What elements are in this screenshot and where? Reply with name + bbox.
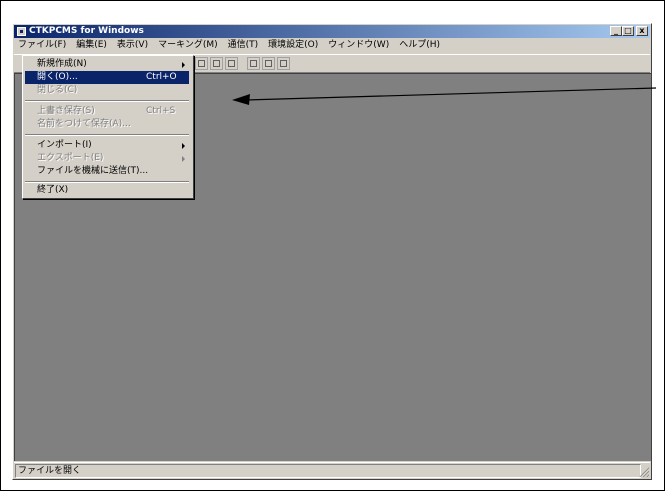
menu-item-new-label: 新規作成(N) — [37, 59, 87, 69]
menu-item-save-label: 上書き保存(S) — [37, 106, 95, 116]
tile-horizontal-icon[interactable] — [262, 57, 275, 70]
submenu-arrow-icon — [182, 62, 185, 68]
submenu-arrow-icon — [182, 156, 185, 162]
menu-item-open-label: 開く(O)... — [37, 72, 78, 82]
menu-separator — [25, 134, 189, 136]
menu-item-export-label: エクスポート(E) — [37, 153, 104, 163]
status-bar: ファイルを開く — [14, 462, 650, 478]
menu-file[interactable]: ファイル(F) — [14, 39, 71, 52]
menu-bar: ファイル(F) 編集(E) 表示(V) マーキング(M) 通信(T) 環境設定(… — [14, 39, 650, 52]
menu-item-save-as-label: 名前をつけて保存(A)... — [37, 119, 131, 129]
menu-item-close[interactable]: 閉じる(C) — [25, 84, 189, 97]
close-button[interactable]: x — [636, 26, 648, 36]
menu-item-save-as[interactable]: 名前をつけて保存(A)... — [25, 118, 189, 131]
menu-edit[interactable]: 編集(E) — [71, 39, 112, 52]
cut-icon[interactable] — [195, 57, 208, 70]
menu-item-save[interactable]: 上書き保存(S) Ctrl+S — [25, 105, 189, 118]
menu-item-send-to-machine[interactable]: ファイルを機械に送信(T)... — [25, 165, 189, 178]
menu-item-exit-label: 終了(X) — [37, 185, 69, 195]
menu-item-close-label: 閉じる(C) — [37, 85, 78, 95]
menu-separator — [25, 100, 189, 102]
title-bar[interactable]: CTKPCMS for Windows _ □ x — [14, 25, 650, 38]
status-text: ファイルを開く — [15, 464, 641, 478]
menu-settings[interactable]: 環境設定(O) — [263, 39, 323, 52]
app-icon[interactable] — [17, 27, 26, 36]
menu-window[interactable]: ウィンドウ(W) — [323, 39, 394, 52]
menu-item-new[interactable]: 新規作成(N) — [25, 58, 189, 71]
menu-item-send-label: ファイルを機械に送信(T)... — [37, 166, 149, 176]
menu-item-export[interactable]: エクスポート(E) — [25, 152, 189, 165]
cascade-icon[interactable] — [247, 57, 260, 70]
maximize-button[interactable]: □ — [622, 26, 634, 36]
window-title: CTKPCMS for Windows — [29, 26, 144, 36]
tile-vertical-icon[interactable] — [277, 57, 290, 70]
window-controls: _ □ x — [610, 26, 648, 36]
menu-item-open-shortcut: Ctrl+O — [146, 72, 177, 82]
menu-item-exit[interactable]: 終了(X) — [25, 184, 189, 197]
copy-icon[interactable] — [210, 57, 223, 70]
menu-separator — [25, 181, 189, 183]
minimize-button[interactable]: _ — [610, 26, 622, 36]
submenu-arrow-icon — [182, 143, 185, 149]
resize-grip-icon[interactable] — [639, 467, 649, 477]
menu-item-open[interactable]: 開く(O)... Ctrl+O — [25, 71, 189, 84]
menu-marking[interactable]: マーキング(M) — [153, 39, 223, 52]
menu-item-import[interactable]: インポート(I) — [25, 139, 189, 152]
menu-item-save-shortcut: Ctrl+S — [146, 106, 176, 116]
menu-communication[interactable]: 通信(T) — [223, 39, 264, 52]
file-menu-dropdown: 新規作成(N) 開く(O)... Ctrl+O 閉じる(C) 上書き保存(S) … — [22, 55, 194, 199]
paste-icon[interactable] — [225, 57, 238, 70]
menu-view[interactable]: 表示(V) — [112, 39, 153, 52]
menu-item-import-label: インポート(I) — [37, 140, 92, 150]
menu-help[interactable]: ヘルプ(H) — [394, 39, 445, 52]
